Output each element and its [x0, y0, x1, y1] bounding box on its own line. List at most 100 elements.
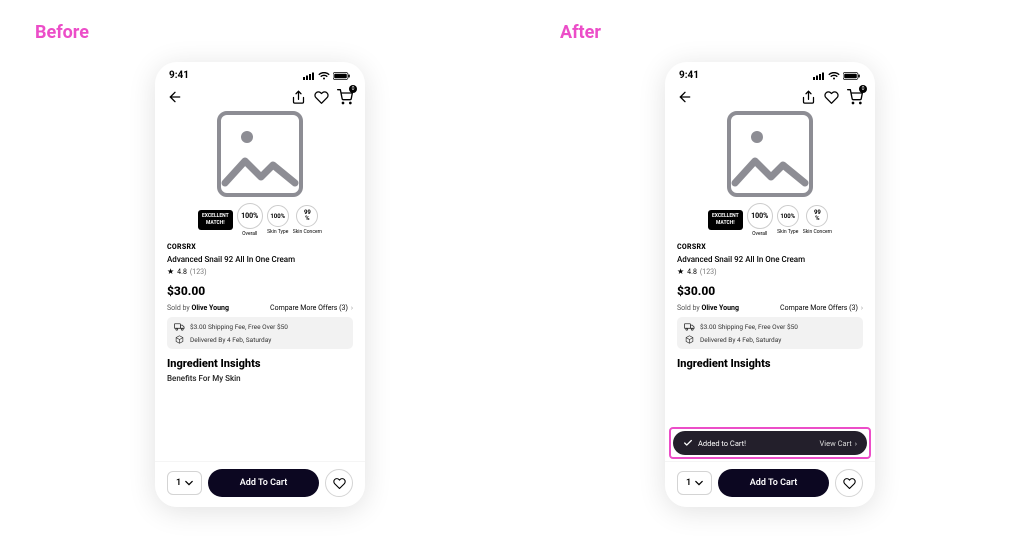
arrow-left-icon	[167, 89, 183, 105]
add-to-cart-button[interactable]: Add To Cart	[208, 469, 319, 497]
status-time: 9:41	[169, 70, 189, 81]
back-button[interactable]	[167, 89, 183, 105]
bottom-bar: 1 Add To Cart	[155, 461, 365, 507]
wishlist-button[interactable]	[314, 90, 329, 105]
truck-icon	[174, 322, 185, 331]
score-overall: 100% Overall	[747, 203, 773, 237]
heart-icon	[824, 90, 839, 105]
label-after: After	[560, 22, 601, 43]
heart-icon	[314, 90, 329, 105]
bottom-bar: 1 Add To Cart	[665, 461, 875, 507]
star-icon: ★	[167, 267, 174, 276]
favorite-button[interactable]	[835, 469, 863, 497]
chevron-down-icon	[695, 479, 703, 487]
check-icon	[683, 438, 693, 448]
status-time: 9:41	[679, 70, 699, 81]
ingredients-section: Ingredient Insights	[665, 349, 875, 370]
battery-icon	[333, 72, 351, 80]
back-button[interactable]	[677, 89, 693, 105]
match-badge: EXCELLENT MATCH!	[708, 210, 743, 230]
quantity-value: 1	[686, 478, 691, 488]
statusbar: 9:41	[155, 62, 365, 85]
ingredients-section: Ingredient Insights Benefits For My Skin	[155, 349, 365, 383]
cart-button[interactable]: 0	[847, 89, 863, 105]
signal-icon	[813, 72, 825, 80]
quantity-value: 1	[176, 478, 181, 488]
box-icon	[684, 335, 695, 344]
phone-before: 9:41 0	[155, 62, 365, 507]
star-icon: ★	[677, 267, 684, 276]
delivery-date-text: Delivered By 4 Feb, Saturday	[190, 336, 271, 344]
compare-offers-button[interactable]: Compare More Offers (3) ›	[270, 304, 353, 312]
view-cart-button[interactable]: View Cart ›	[820, 439, 857, 448]
wifi-icon	[318, 72, 330, 80]
rating-row: ★ 4.8 (123)	[677, 267, 863, 276]
shipping-info: $3.00 Shipping Fee, Free Over $50 Delive…	[677, 317, 863, 349]
arrow-left-icon	[677, 89, 693, 105]
share-button[interactable]	[291, 90, 306, 105]
nav-row: 0	[665, 85, 875, 107]
ingredients-title: Ingredient Insights	[677, 357, 863, 370]
chevron-right-icon: ›	[855, 439, 857, 448]
status-indicators	[813, 72, 861, 80]
score-skintype: 100% Skin Type	[267, 205, 289, 235]
wishlist-button[interactable]	[824, 90, 839, 105]
quantity-stepper[interactable]: 1	[167, 471, 202, 495]
cart-button[interactable]: 0	[337, 89, 353, 105]
favorite-button[interactable]	[325, 469, 353, 497]
chevron-right-icon: ›	[351, 304, 353, 312]
rating-count: (123)	[190, 268, 207, 276]
match-row: EXCELLENT MATCH! 100% Overall 100% Skin …	[155, 203, 365, 239]
delivery-date-text: Delivered By 4 Feb, Saturday	[700, 336, 781, 344]
chevron-right-icon: ›	[861, 304, 863, 312]
cart-badge: 0	[349, 85, 357, 93]
add-to-cart-button[interactable]: Add To Cart	[718, 469, 829, 497]
ingredients-title: Ingredient Insights	[167, 357, 353, 370]
score-skintype: 100% Skin Type	[777, 205, 799, 235]
rating-value: 4.8	[177, 268, 187, 276]
share-button[interactable]	[801, 90, 816, 105]
statusbar: 9:41	[665, 62, 875, 85]
product-name: Advanced Snail 92 All In One Cream	[677, 255, 863, 264]
highlight-box: Added to Cart! View Cart ›	[669, 427, 871, 459]
rating-count: (123)	[700, 268, 717, 276]
shipping-info: $3.00 Shipping Fee, Free Over $50 Delive…	[167, 317, 353, 349]
snackbar-message: Added to Cart!	[698, 439, 746, 448]
box-icon	[174, 335, 185, 344]
chevron-down-icon	[185, 479, 193, 487]
rating-value: 4.8	[687, 268, 697, 276]
heart-icon	[843, 477, 856, 490]
product-brand: CORSRX	[677, 243, 863, 251]
compare-offers-button[interactable]: Compare More Offers (3) ›	[780, 304, 863, 312]
product-price: $30.00	[677, 284, 863, 298]
truck-icon	[684, 322, 695, 331]
product-details: CORSRX Advanced Snail 92 All In One Crea…	[155, 239, 365, 317]
battery-icon	[843, 72, 861, 80]
share-icon	[291, 90, 306, 105]
image-placeholder-icon	[217, 111, 303, 197]
image-placeholder-icon	[727, 111, 813, 197]
sold-by: Sold by Olive Young	[167, 304, 229, 312]
score-concern: 99% Skin Concern	[293, 205, 322, 235]
quantity-stepper[interactable]: 1	[677, 471, 712, 495]
match-row: EXCELLENT MATCH! 100% Overall 100% Skin …	[665, 203, 875, 239]
product-image	[155, 107, 365, 203]
score-concern: 99% Skin Concern	[803, 205, 832, 235]
added-to-cart-snackbar: Added to Cart! View Cart ›	[673, 431, 867, 455]
shipping-fee-text: $3.00 Shipping Fee, Free Over $50	[190, 323, 288, 331]
signal-icon	[303, 72, 315, 80]
phone-after: 9:41 0 EX	[665, 62, 875, 507]
product-image	[665, 107, 875, 203]
heart-icon	[333, 477, 346, 490]
product-details: CORSRX Advanced Snail 92 All In One Crea…	[665, 239, 875, 317]
label-before: Before	[35, 22, 89, 43]
status-indicators	[303, 72, 351, 80]
sold-by: Sold by Olive Young	[677, 304, 739, 312]
wifi-icon	[828, 72, 840, 80]
product-name: Advanced Snail 92 All In One Cream	[167, 255, 353, 264]
shipping-fee-text: $3.00 Shipping Fee, Free Over $50	[700, 323, 798, 331]
cart-badge: 0	[859, 85, 867, 93]
product-brand: CORSRX	[167, 243, 353, 251]
match-badge: EXCELLENT MATCH!	[198, 210, 233, 230]
share-icon	[801, 90, 816, 105]
